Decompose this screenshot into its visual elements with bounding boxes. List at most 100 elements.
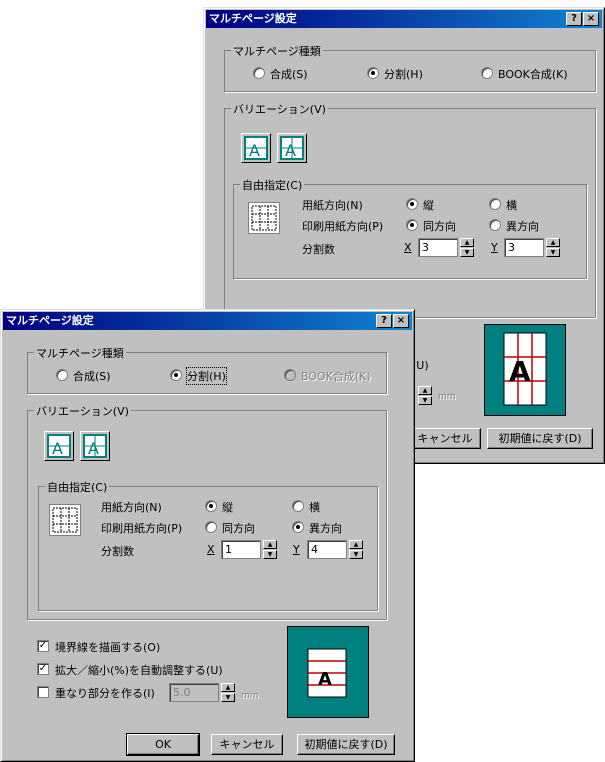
- back-mm-label: mm: [438, 392, 456, 402]
- back-partial-spinner: ▲ ▼: [418, 386, 432, 405]
- front-grid-icon: [49, 504, 81, 536]
- front-radio-same-dir-label: 同方向: [222, 522, 255, 535]
- front-radio-compose[interactable]: [56, 369, 68, 381]
- back-print-dir-label: 印刷用紙方向(P): [302, 220, 384, 233]
- front-kind-group-label: マルチページ種類: [34, 345, 126, 361]
- back-grid-icon: [248, 202, 280, 234]
- front-x-input[interactable]: 1: [221, 540, 261, 559]
- front-close-button[interactable]: ×: [393, 314, 409, 328]
- front-overlap-input: 5.0: [169, 683, 219, 702]
- front-reset-button[interactable]: 初期値に戻す(D): [297, 734, 395, 755]
- back-radio-diff-dir-label: 異方向: [506, 220, 539, 233]
- page-a-icon: A: [47, 434, 71, 458]
- front-check-border[interactable]: ✓: [37, 640, 49, 652]
- back-preview-page-icon: A: [503, 332, 547, 406]
- back-title-bar: マルチページ設定 ? ×: [206, 10, 602, 28]
- front-dialog: マルチページ設定 ? × マルチページ種類 合成(S) 分割(H) BOOK合成…: [0, 309, 415, 762]
- svg-text:A: A: [52, 439, 63, 458]
- back-split-label: 分割数: [302, 243, 335, 256]
- back-x-label: X: [404, 241, 412, 254]
- back-radio-split-label: 分割(H): [384, 68, 423, 81]
- front-variation-group-label: バリエーション(V): [34, 403, 131, 419]
- page-grid-a-icon: A: [280, 136, 304, 160]
- front-print-dir-label: 印刷用紙方向(P): [101, 522, 183, 535]
- back-radio-same-dir[interactable]: [406, 219, 418, 231]
- page-grid-a-icon: A: [83, 434, 107, 458]
- back-x-spinner[interactable]: ▲ ▼: [460, 238, 474, 257]
- front-check-scale[interactable]: ✓: [37, 663, 49, 675]
- front-radio-split[interactable]: [170, 369, 182, 381]
- back-cancel-button[interactable]: キャンセル: [409, 428, 481, 449]
- front-radio-split-label: 分割(H): [186, 367, 227, 385]
- front-radio-portrait[interactable]: [205, 500, 217, 512]
- back-radio-diff-dir[interactable]: [489, 219, 501, 231]
- front-paper-dir-label: 用紙方向(N): [101, 501, 162, 514]
- front-check-overlap[interactable]: [37, 686, 49, 698]
- back-preview: A: [484, 324, 566, 416]
- front-cancel-button[interactable]: キャンセル: [211, 734, 283, 755]
- front-radio-same-dir[interactable]: [205, 521, 217, 533]
- back-radio-landscape[interactable]: [489, 198, 501, 210]
- svg-text:A: A: [509, 355, 531, 388]
- front-mm-label: mm: [241, 691, 259, 701]
- front-free-group-label: 自由指定(C): [45, 479, 110, 495]
- back-radio-same-dir-label: 同方向: [423, 220, 456, 233]
- back-variation-a-button[interactable]: A: [241, 133, 271, 163]
- front-preview: A: [287, 626, 369, 718]
- back-variation-group-label: バリエーション(V): [231, 101, 328, 117]
- back-radio-portrait-label: 縦: [423, 199, 434, 212]
- front-radio-portrait-label: 縦: [222, 501, 233, 514]
- svg-text:A: A: [318, 669, 332, 690]
- front-free-group: 自由指定(C) 用紙方向(N) 縦 横 印刷用紙方向(P) 同方向 異方向 分割…: [38, 479, 378, 611]
- front-overlap-spinner: ▲ ▼: [221, 683, 235, 702]
- back-radio-portrait[interactable]: [406, 198, 418, 210]
- front-radio-diff-dir[interactable]: [292, 521, 304, 533]
- front-variation-group: バリエーション(V) A A 自由指定(C) 用紙方向(N) 縦 横 印刷用紙方…: [27, 403, 387, 620]
- front-check-overlap-label: 重なり部分を作る(I): [55, 687, 155, 700]
- front-split-label: 分割数: [101, 545, 134, 558]
- front-preview-page-icon: A: [307, 648, 347, 698]
- front-variation-grid-a-button[interactable]: A: [80, 431, 110, 461]
- front-title: マルチページ設定: [6, 314, 94, 327]
- front-x-label: X: [207, 543, 215, 556]
- front-help-button[interactable]: ?: [376, 314, 392, 328]
- back-radio-book[interactable]: [481, 67, 493, 79]
- front-variation-a-button[interactable]: A: [44, 431, 74, 461]
- front-radio-book: [284, 369, 296, 381]
- front-ok-button[interactable]: OK: [126, 733, 200, 756]
- back-kind-group: マルチページ種類 合成(S) 分割(H) BOOK合成(K): [224, 43, 596, 92]
- front-check-scale-label: 拡大／縮小(%)を自動調整する(U): [55, 664, 223, 677]
- front-radio-landscape-label: 横: [309, 501, 320, 514]
- svg-text:A: A: [249, 141, 260, 160]
- front-x-spinner[interactable]: ▲ ▼: [263, 540, 277, 559]
- back-radio-split[interactable]: [367, 67, 379, 79]
- back-paper-dir-label: 用紙方向(N): [302, 199, 363, 212]
- back-y-spinner[interactable]: ▲ ▼: [546, 238, 560, 257]
- front-check-border-label: 境界線を描画する(O): [55, 641, 161, 654]
- back-free-group-label: 自由指定(C): [240, 177, 305, 193]
- svg-text:A: A: [88, 439, 99, 458]
- front-radio-compose-label: 合成(S): [73, 370, 111, 383]
- page-a-icon: A: [244, 136, 268, 160]
- back-y-input[interactable]: 3: [504, 238, 544, 257]
- back-radio-book-label: BOOK合成(K): [498, 68, 568, 81]
- front-radio-diff-dir-label: 異方向: [309, 522, 342, 535]
- back-close-button[interactable]: ×: [583, 12, 599, 26]
- front-title-bar: マルチページ設定 ? ×: [3, 312, 412, 330]
- front-radio-landscape[interactable]: [292, 500, 304, 512]
- back-kind-group-label: マルチページ種類: [231, 43, 323, 59]
- back-free-group: 自由指定(C) 用紙方向(N) 縦 横 印刷用紙方向(P) 同方向 異方向 分割…: [233, 177, 587, 279]
- back-variation-grid-a-button[interactable]: A: [277, 133, 307, 163]
- back-radio-compose[interactable]: [253, 67, 265, 79]
- back-reset-button[interactable]: 初期値に戻す(D): [487, 428, 593, 449]
- front-y-label: Y: [293, 543, 300, 556]
- front-y-spinner[interactable]: ▲ ▼: [349, 540, 363, 559]
- svg-text:A: A: [285, 141, 296, 160]
- front-y-input[interactable]: 4: [307, 540, 347, 559]
- front-kind-group: マルチページ種類 合成(S) 分割(H) BOOK合成(K): [27, 345, 387, 394]
- back-y-label: Y: [491, 241, 498, 254]
- back-radio-compose-label: 合成(S): [270, 68, 308, 81]
- back-help-button[interactable]: ?: [566, 12, 582, 26]
- back-x-input[interactable]: 3: [418, 238, 458, 257]
- back-title: マルチページ設定: [209, 12, 297, 25]
